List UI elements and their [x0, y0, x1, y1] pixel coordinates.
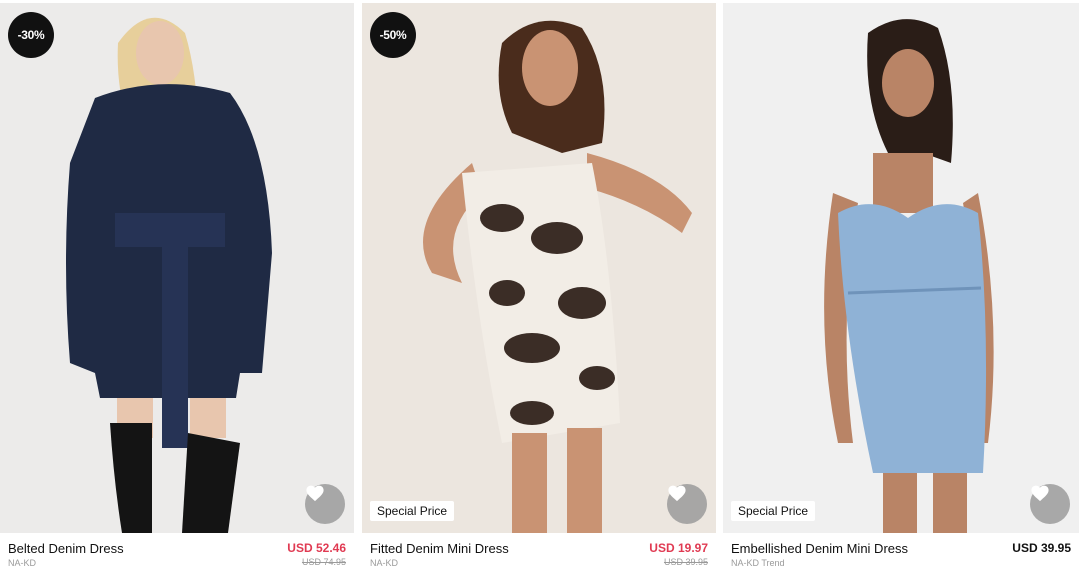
- favorite-button[interactable]: [667, 484, 707, 524]
- product-photo: [0, 3, 354, 533]
- product-card[interactable]: -50% Special Price Fitted Denim Mini Dre…: [362, 3, 716, 571]
- product-brand: NA-KD: [370, 558, 399, 568]
- product-photo: [723, 3, 1079, 533]
- favorite-button[interactable]: [1030, 484, 1070, 524]
- product-card[interactable]: Special Price Embellished Denim Mini Dre…: [723, 3, 1079, 571]
- product-image[interactable]: -30%: [0, 3, 354, 533]
- product-name[interactable]: Belted Denim Dress: [8, 541, 124, 556]
- discount-badge: -30%: [8, 12, 54, 58]
- product-price: USD 19.97: [649, 541, 708, 555]
- product-price: USD 52.46: [287, 541, 346, 555]
- product-image[interactable]: Special Price: [723, 3, 1079, 533]
- product-card[interactable]: -30% Belted Denim Dress NA-KD USD 52.46 …: [0, 3, 354, 571]
- product-image[interactable]: -50% Special Price: [362, 3, 716, 533]
- product-old-price: USD 74.95: [301, 557, 346, 567]
- special-price-tag: Special Price: [370, 501, 455, 521]
- discount-badge: -50%: [370, 12, 416, 58]
- product-brand: NA-KD Trend: [731, 558, 785, 568]
- product-info: Embellished Denim Mini Dress NA-KD Trend…: [723, 539, 1079, 571]
- product-brand: NA-KD: [8, 558, 37, 568]
- product-price: USD 39.95: [1012, 541, 1071, 555]
- product-info: Belted Denim Dress NA-KD USD 52.46 USD 7…: [0, 539, 354, 571]
- favorite-button[interactable]: [305, 484, 345, 524]
- product-old-price: USD 39.95: [663, 557, 708, 567]
- product-name[interactable]: Embellished Denim Mini Dress: [731, 541, 908, 556]
- heart-icon: [668, 485, 686, 502]
- heart-icon: [306, 485, 324, 502]
- product-info: Fitted Denim Mini Dress NA-KD USD 19.97 …: [362, 539, 716, 571]
- product-grid: -30% Belted Denim Dress NA-KD USD 52.46 …: [0, 0, 1079, 571]
- product-photo: [362, 3, 716, 533]
- special-price-tag: Special Price: [731, 501, 816, 521]
- heart-icon: [1031, 485, 1049, 502]
- product-name[interactable]: Fitted Denim Mini Dress: [370, 541, 509, 556]
